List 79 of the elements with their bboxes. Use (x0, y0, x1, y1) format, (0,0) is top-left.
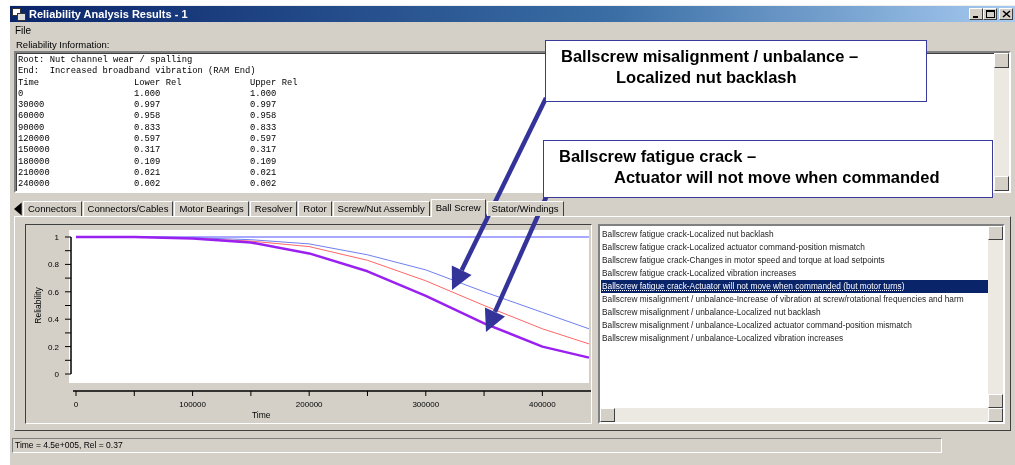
tab[interactable]: Resolver (249, 201, 298, 216)
column-header: Time (18, 77, 41, 89)
tick-label: 0 (73, 400, 79, 409)
table-cell-text: 0.002 (134, 179, 162, 191)
table-cell-text: 0.002 (250, 179, 278, 191)
table-cell-text: 0.109 (134, 156, 162, 168)
minimize-button[interactable] (969, 8, 983, 20)
horizontal-scrollbar[interactable] (600, 408, 1003, 422)
callout-text: Localized nut backlash (615, 67, 798, 88)
tab[interactable]: Stator/Windings (486, 201, 564, 216)
table-cell-text: 240000 (18, 179, 51, 191)
tick-label: 1 (54, 233, 59, 242)
axis-title: Time (251, 410, 271, 420)
list-item[interactable]: Ballscrew misalignment / unbalance-Increase of vibration at screw/rotational frequencies and harm (601, 293, 988, 306)
table-cell-text: 0.109 (250, 156, 278, 168)
vertical-scrollbar[interactable] (988, 226, 1003, 408)
table-cell-text: 180000 (18, 156, 51, 168)
table-cell-text: 0.997 (134, 100, 162, 112)
tick-label: 100000 (179, 400, 206, 409)
window-title: Reliability Analysis Results - 1 (29, 8, 189, 20)
table-cell-text: 0.958 (134, 111, 162, 123)
table-cell-text: 1.000 (250, 88, 278, 101)
table-cell-text: 0.021 (250, 167, 278, 180)
table-cell-text: 0.958 (250, 111, 278, 123)
maximize-icon (985, 10, 995, 18)
table-cell-text: 60000 (18, 111, 46, 123)
column-header: Lower Rel (134, 77, 183, 89)
status-text: Time = 4.5e+005, Rel = 0.37 (15, 440, 123, 450)
tab[interactable]: Screw/Nut Assembly (332, 201, 430, 216)
list-item[interactable]: Ballscrew misalignment / unbalance-Localized nut backlash (601, 306, 988, 319)
vertical-scrollbar[interactable] (994, 53, 1009, 191)
list-item[interactable]: Ballscrew fatigue crack-Localized nut backlash (601, 228, 988, 241)
table-cell-text: 0.597 (250, 134, 278, 146)
table-cell-text: 90000 (18, 122, 46, 135)
tab[interactable]: Ball Screw (430, 199, 486, 217)
tab[interactable]: Connectors/Cables (82, 201, 174, 216)
table-cell-text: 0.021 (134, 167, 162, 180)
tick-label: 400000 (529, 400, 556, 409)
callout-text: Actuator will not move when commanded (613, 167, 941, 188)
table-cell-text: 120000 (18, 134, 51, 146)
column-header: Upper Rel (250, 77, 299, 89)
close-button[interactable] (999, 8, 1013, 20)
app-icon (12, 7, 26, 21)
table-cell-text: 1.000 (134, 88, 162, 101)
close-icon (1001, 10, 1011, 18)
callout-text: Ballscrew misalignment / unbalance – (561, 46, 860, 67)
tick-label: 0.8 (47, 260, 59, 270)
tab[interactable]: Motor Bearings (174, 201, 249, 216)
table-cell-text: 0.317 (134, 145, 162, 157)
tab[interactable]: Rotor (298, 201, 332, 216)
table-cell-text: 0.997 (250, 100, 278, 112)
table-cell-text: 0.317 (250, 145, 278, 157)
list-item[interactable]: Ballscrew fatigue crack-Changes in motor speed and torque at load setpoints (601, 254, 988, 267)
list-item[interactable]: Ballscrew misalignment / unbalance-Localized actuator command-position mismatch (601, 319, 988, 332)
list-item[interactable]: Ballscrew misalignment / unbalance-Localized vibration increases (601, 332, 988, 345)
menu-item[interactable]: File (13, 24, 34, 36)
section-label: Reliability Information: (16, 39, 111, 51)
table-cell-text: 0.833 (250, 122, 278, 135)
info-line: End: Increased broadband vibration (RAM End) (18, 66, 256, 78)
table-cell-text: 30000 (18, 100, 46, 112)
callout-text: Ballscrew fatigue crack – (559, 146, 758, 167)
table-cell-text: 0.833 (134, 122, 162, 135)
tab[interactable]: Connectors (23, 201, 82, 216)
table-cell-text: 210000 (18, 167, 51, 180)
tick-label: 300000 (412, 400, 440, 409)
tick-label: 200000 (295, 400, 323, 409)
info-line: Root: Nut channel wear / spalling (18, 55, 193, 66)
list-item[interactable]: Ballscrew fatigue crack-Localized vibration increases (601, 267, 988, 280)
tick-label: 0.2 (47, 342, 59, 352)
list-item[interactable]: Ballscrew fatigue crack-Actuator will not move when commanded (but motor turns) (601, 280, 988, 293)
tick-label: 0.4 (47, 315, 59, 325)
list-item[interactable]: Ballscrew fatigue crack-Localized actuator command-position mismatch (601, 241, 988, 254)
axis-title: Reliability (33, 287, 43, 324)
maximize-button[interactable] (983, 8, 997, 20)
table-cell-text: 0.597 (134, 134, 162, 146)
tick-label: 0 (54, 370, 59, 379)
table-cell-text: 150000 (18, 145, 51, 157)
table-cell-text: 0 (18, 88, 25, 101)
tick-label: 0.6 (47, 287, 59, 297)
